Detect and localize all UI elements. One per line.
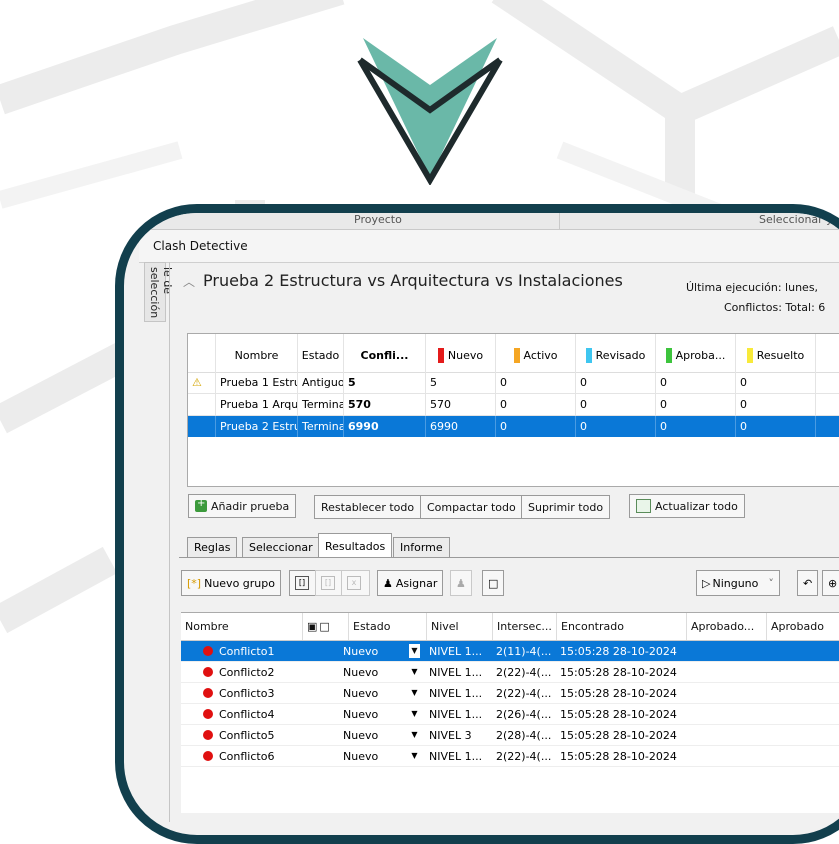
status-dot-icon xyxy=(203,709,213,719)
add-test-button[interactable]: Añadir prueba xyxy=(188,494,297,518)
results-header: Nombre ▣ □ Estado Nivel Intersec... Encon… xyxy=(181,613,839,641)
col-aprobado[interactable]: Aprobado xyxy=(767,613,839,640)
col-estado[interactable]: Estado xyxy=(349,613,427,640)
conflict-row[interactable]: Conflicto5 Nuevo ▼ NIVEL 3 2(28)-4(... 1… xyxy=(181,725,839,746)
col-encontrado[interactable]: Encontrado xyxy=(557,613,687,640)
remove-group-icon: x xyxy=(347,576,361,590)
conflicts-total-label: Conflictos: Total: 6 xyxy=(724,301,826,314)
compact-all-button[interactable]: Compactar todo xyxy=(420,495,523,519)
delete-all-button[interactable]: Suprimir todo xyxy=(521,495,611,519)
results-toolbar: [*] Nuevo grupo [] [] x ♟ Asignar ♟ □ ▷ Nin… xyxy=(179,564,839,604)
conflict-row[interactable]: Conflicto3 Nuevo ▼ NIVEL 1... 2(22)-4(..… xyxy=(181,683,839,704)
status-dropdown-icon[interactable]: ▼ xyxy=(409,728,420,742)
group-explode-button[interactable]: [] xyxy=(289,570,318,596)
chevron-up-icon[interactable]: ︿ xyxy=(183,275,195,289)
chevron-down-icon: ˅ xyxy=(768,576,774,590)
col-estado[interactable]: Estado xyxy=(298,334,344,372)
more-button[interactable]: ⊕ xyxy=(822,570,839,596)
status-dropdown-icon[interactable]: ▼ xyxy=(409,665,420,679)
col-nuevo[interactable]: Nuevo xyxy=(426,334,496,372)
col-icons[interactable]: ▣ □ xyxy=(303,613,349,640)
conflict-row[interactable]: Conflicto4 Nuevo ▼ NIVEL 1... 2(26)-4(..… xyxy=(181,704,839,725)
top-strip-left: Proyecto xyxy=(354,213,402,226)
col-aprobado[interactable]: Aproba... xyxy=(656,334,736,372)
test-row[interactable]: Prueba 1 Arqu Terminado 570 570 0 0 0 0 xyxy=(188,394,839,416)
col-revisado[interactable]: Revisado xyxy=(576,334,656,372)
camera-icon: ▣ xyxy=(307,620,318,633)
update-all-button[interactable]: Actualizar todo xyxy=(629,494,745,518)
status-dropdown-icon[interactable]: ▼ xyxy=(409,686,420,700)
none-dropdown[interactable]: ▷ Ninguno ˅ xyxy=(696,570,780,596)
tests-table: Nombre Estado Confli... Nuevo Activo Rev… xyxy=(187,333,839,487)
new-group-icon: [*] xyxy=(187,576,202,590)
add-test-icon xyxy=(195,498,207,512)
test-row-selected[interactable]: Prueba 2 Estru Terminado 6990 6990 0 0 0… xyxy=(188,416,839,437)
assign-user-icon: ♟ xyxy=(383,576,393,590)
status-dropdown-icon[interactable]: ▼ xyxy=(409,707,420,721)
top-strip-right: Seleccionar y co xyxy=(759,213,839,226)
status-dropdown-icon[interactable]: ▼ xyxy=(409,644,420,658)
group-icon: [] xyxy=(295,576,309,590)
tab-reglas[interactable]: Reglas xyxy=(187,537,238,557)
conflict-row-selected[interactable]: Conflicto1 Nuevo ▼ NIVEL 1... 2(11)-4(..… xyxy=(181,641,839,662)
top-strip: Proyecto Seleccionar y co xyxy=(139,213,839,230)
warning-icon: ⚠ xyxy=(188,372,216,393)
status-dot-icon xyxy=(203,688,213,698)
status-dot-icon xyxy=(203,646,213,656)
col-resuelto[interactable]: Resuelto xyxy=(736,334,816,372)
col-activo[interactable]: Activo xyxy=(496,334,576,372)
side-tab-selection-tree[interactable]: le de selección xyxy=(144,262,174,322)
arrow-logo-icon xyxy=(357,38,503,185)
filter-icon: ▷ xyxy=(702,576,711,590)
add-comment-button[interactable]: □ xyxy=(482,570,505,596)
tab-seleccionar[interactable]: Seleccionar xyxy=(242,537,320,557)
undo-button[interactable]: ↶ xyxy=(797,570,819,596)
status-dropdown-icon[interactable]: ▼ xyxy=(409,749,420,763)
side-tab-label: le de selección xyxy=(148,267,174,319)
refresh-icon xyxy=(636,499,651,513)
ungroup-icon: [] xyxy=(321,576,335,590)
col-aprobado-por[interactable]: Aprobado... xyxy=(687,613,767,640)
col-nivel[interactable]: Nivel xyxy=(427,613,493,640)
window-title: Clash Detective xyxy=(153,239,248,253)
status-dot-icon xyxy=(203,751,213,761)
test-name: Prueba 2 Estructura vs Arquitectura vs I… xyxy=(203,271,623,290)
revisado-swatch xyxy=(585,347,592,363)
undo-icon: ↶ xyxy=(803,576,813,590)
unassign-icon: ♟ xyxy=(456,576,466,590)
comment-add-icon: □ xyxy=(488,576,499,590)
remove-from-group-button[interactable]: x xyxy=(341,570,370,596)
window-titlebar: Clash Detective xyxy=(139,230,839,263)
test-row[interactable]: ⚠ Prueba 1 Estru Antiguo 5 5 0 0 0 0 xyxy=(188,372,839,394)
col-conflictos[interactable]: Confli... xyxy=(344,334,426,372)
activo-swatch xyxy=(513,347,520,363)
test-header[interactable]: ︿ Prueba 2 Estructura vs Arquitectura vs … xyxy=(183,271,623,290)
col-interseccion[interactable]: Intersec... xyxy=(493,613,557,640)
results-table: Nombre ▣ □ Estado Nivel Intersec... Encon… xyxy=(181,612,839,813)
status-dot-icon xyxy=(203,730,213,740)
conflict-row[interactable]: Conflicto6 Nuevo ▼ NIVEL 1... 2(22)-4(..… xyxy=(181,746,839,767)
col-nombre[interactable]: Nombre xyxy=(216,334,298,372)
assign-button[interactable]: ♟ Asignar xyxy=(377,570,444,596)
plus-icon: ⊕ xyxy=(828,576,838,590)
new-group-button[interactable]: [*] Nuevo grupo xyxy=(181,570,281,596)
ungroup-button[interactable]: [] xyxy=(315,570,344,596)
unassign-button[interactable]: ♟ xyxy=(450,570,472,596)
tests-table-header: Nombre Estado Confli... Nuevo Activo Rev… xyxy=(188,334,839,373)
status-dot-icon xyxy=(203,667,213,677)
tab-resultados[interactable]: Resultados xyxy=(318,533,393,558)
screenshot-frame: Proyecto Seleccionar y co Clash Detectiv… xyxy=(115,204,839,844)
last-run-label: Última ejecución: lunes, xyxy=(686,281,819,294)
reset-all-button[interactable]: Restablecer todo xyxy=(314,495,422,519)
panel-border xyxy=(169,262,170,822)
conflict-row[interactable]: Conflicto2 Nuevo ▼ NIVEL 1... 2(22)-4(..… xyxy=(181,662,839,683)
nuevo-swatch xyxy=(437,347,444,363)
aprobado-swatch xyxy=(665,347,672,363)
tab-informe[interactable]: Informe xyxy=(393,537,450,557)
resuelto-swatch xyxy=(746,347,753,363)
comment-icon: □ xyxy=(319,620,330,633)
col-nombre[interactable]: Nombre xyxy=(181,613,303,640)
